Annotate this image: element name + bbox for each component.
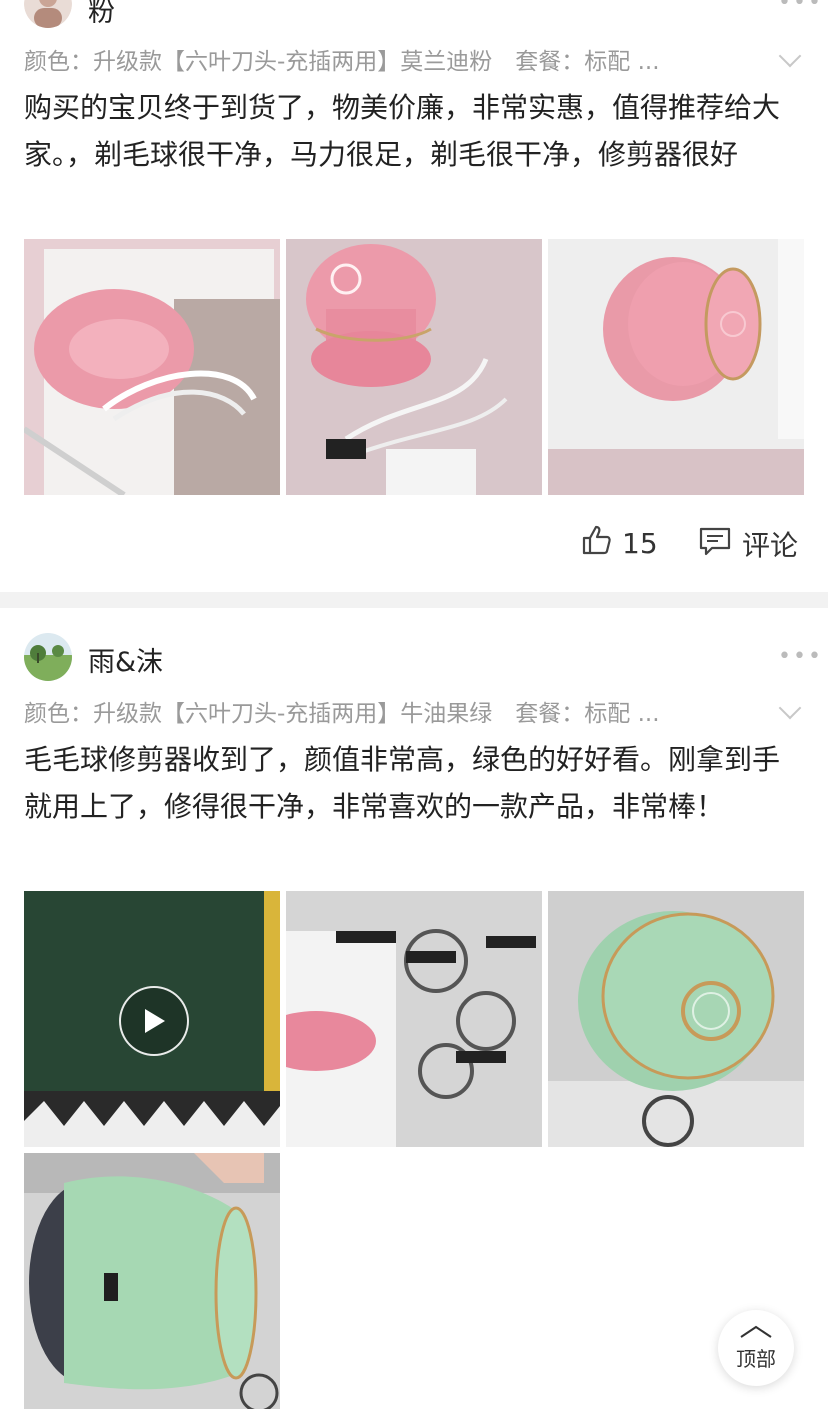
comment-label: 评论 xyxy=(742,529,799,562)
avatar[interactable] xyxy=(24,633,72,681)
section-divider xyxy=(0,592,828,608)
review-image[interactable] xyxy=(24,239,280,495)
chevron-down-icon[interactable] xyxy=(778,44,802,68)
play-icon[interactable] xyxy=(119,986,189,1056)
username[interactable]: 粉 xyxy=(88,0,115,29)
comment-button[interactable]: 评论 xyxy=(698,524,798,564)
thumbs-up-icon xyxy=(580,524,612,563)
sku-info: 颜色：升级款【六叶刀头-充插两用】莫兰迪粉 套餐：标配 ... xyxy=(24,49,660,75)
more-dots-icon[interactable]: ••• xyxy=(778,644,823,669)
review-image[interactable] xyxy=(24,1153,280,1409)
comment-icon xyxy=(698,525,732,564)
review-text: 购买的宝贝终于到货了，物美价廉，非常实惠，值得推荐给大家。，剃毛球很干净，马力很… xyxy=(24,91,781,171)
review-text: 毛毛球修剪器收到了，颜值非常高，绿色的好好看。刚拿到手就用上了，修得很干净，非常… xyxy=(24,743,781,823)
review-image[interactable] xyxy=(548,891,804,1147)
review-image[interactable] xyxy=(286,891,542,1147)
username[interactable]: 雨&沫 xyxy=(88,640,163,679)
chevron-up-icon xyxy=(718,1310,794,1343)
review-image[interactable] xyxy=(548,239,804,495)
back-to-top-button[interactable]: 顶部 xyxy=(718,1310,794,1386)
more-dots-icon[interactable]: ••• xyxy=(778,0,823,15)
review-image[interactable] xyxy=(286,239,542,495)
like-button[interactable]: 15 xyxy=(580,524,658,563)
sku-info: 颜色：升级款【六叶刀头-充插两用】牛油果绿 套餐：标配 ... xyxy=(24,701,660,727)
like-count: 15 xyxy=(622,527,658,560)
back-to-top-label: 顶部 xyxy=(736,1347,776,1371)
review-video[interactable] xyxy=(24,891,280,1147)
avatar[interactable] xyxy=(24,0,72,28)
chevron-down-icon[interactable] xyxy=(778,696,802,720)
